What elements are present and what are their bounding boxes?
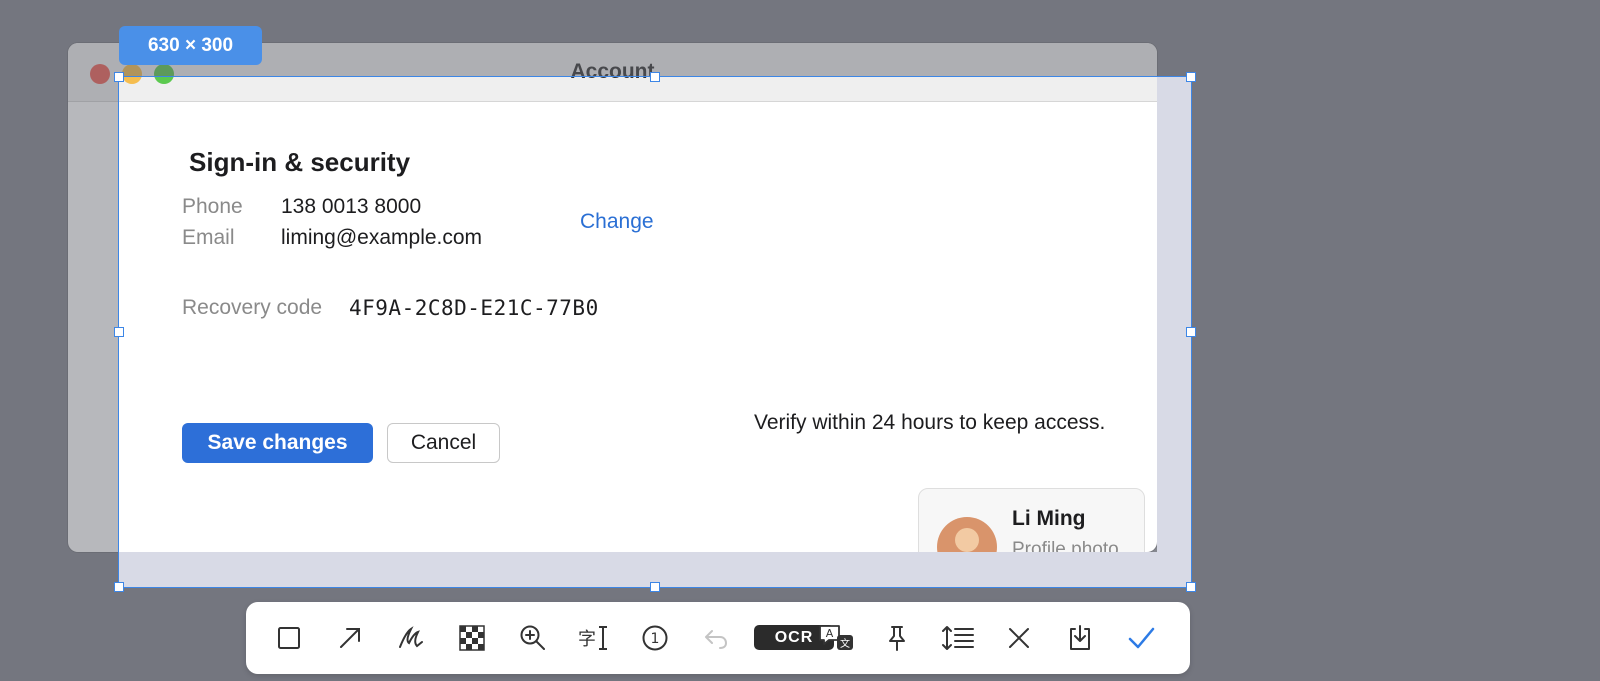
rectangle-icon [278, 627, 300, 649]
text-tool[interactable]: 字 [573, 617, 615, 659]
resize-handle-left[interactable] [114, 327, 124, 337]
close-icon [1009, 628, 1029, 648]
step-number-label: 1 [651, 631, 660, 647]
arrow-icon [340, 628, 360, 648]
resize-handle-bottom-right[interactable] [1186, 582, 1196, 592]
resize-handle-bottom-left[interactable] [114, 582, 124, 592]
dim-overlay-right [1192, 76, 1600, 681]
undo-icon [705, 630, 727, 649]
long-screenshot-icon [942, 626, 974, 650]
arrow-tool[interactable] [329, 617, 371, 659]
resize-handle-top[interactable] [650, 72, 660, 82]
confirm-capture-tool[interactable] [1120, 617, 1162, 659]
step-number-tool[interactable]: 1 [634, 617, 676, 659]
confirm-icon [1128, 627, 1155, 649]
pin-icon [889, 626, 905, 651]
resize-handle-bottom[interactable] [650, 582, 660, 592]
resize-handle-top-right[interactable] [1186, 72, 1196, 82]
translate-icon: A 文 [819, 625, 853, 650]
magnifier-icon [520, 625, 545, 650]
mosaic-icon [459, 625, 485, 651]
svg-text:A: A [826, 627, 834, 640]
resize-handle-right[interactable] [1186, 327, 1196, 337]
pen-tool[interactable] [390, 617, 432, 659]
capture-toolbar: 字 1 OCR A 文 [246, 602, 1190, 674]
selection-size-badge: 630 × 300 [119, 26, 262, 65]
save-capture-tool[interactable] [1059, 617, 1101, 659]
rectangle-tool[interactable] [268, 617, 310, 659]
pin-tool[interactable] [876, 617, 918, 659]
svg-text:字: 字 [578, 629, 596, 650]
resize-handle-top-left[interactable] [114, 72, 124, 82]
text-icon: 字 [578, 626, 607, 650]
save-icon [1070, 625, 1090, 650]
cancel-capture-tool[interactable] [998, 617, 1040, 659]
dim-overlay-left [0, 76, 118, 681]
selection-rectangle[interactable] [118, 76, 1192, 588]
pen-icon [399, 626, 423, 648]
mosaic-tool[interactable] [451, 617, 493, 659]
svg-text:文: 文 [840, 637, 850, 650]
long-screenshot-tool[interactable] [937, 617, 979, 659]
magnifier-tool[interactable] [512, 617, 554, 659]
undo-tool[interactable] [695, 617, 737, 659]
step-number-icon: 1 [642, 625, 668, 651]
translate-tool[interactable]: A 文 [816, 617, 858, 659]
